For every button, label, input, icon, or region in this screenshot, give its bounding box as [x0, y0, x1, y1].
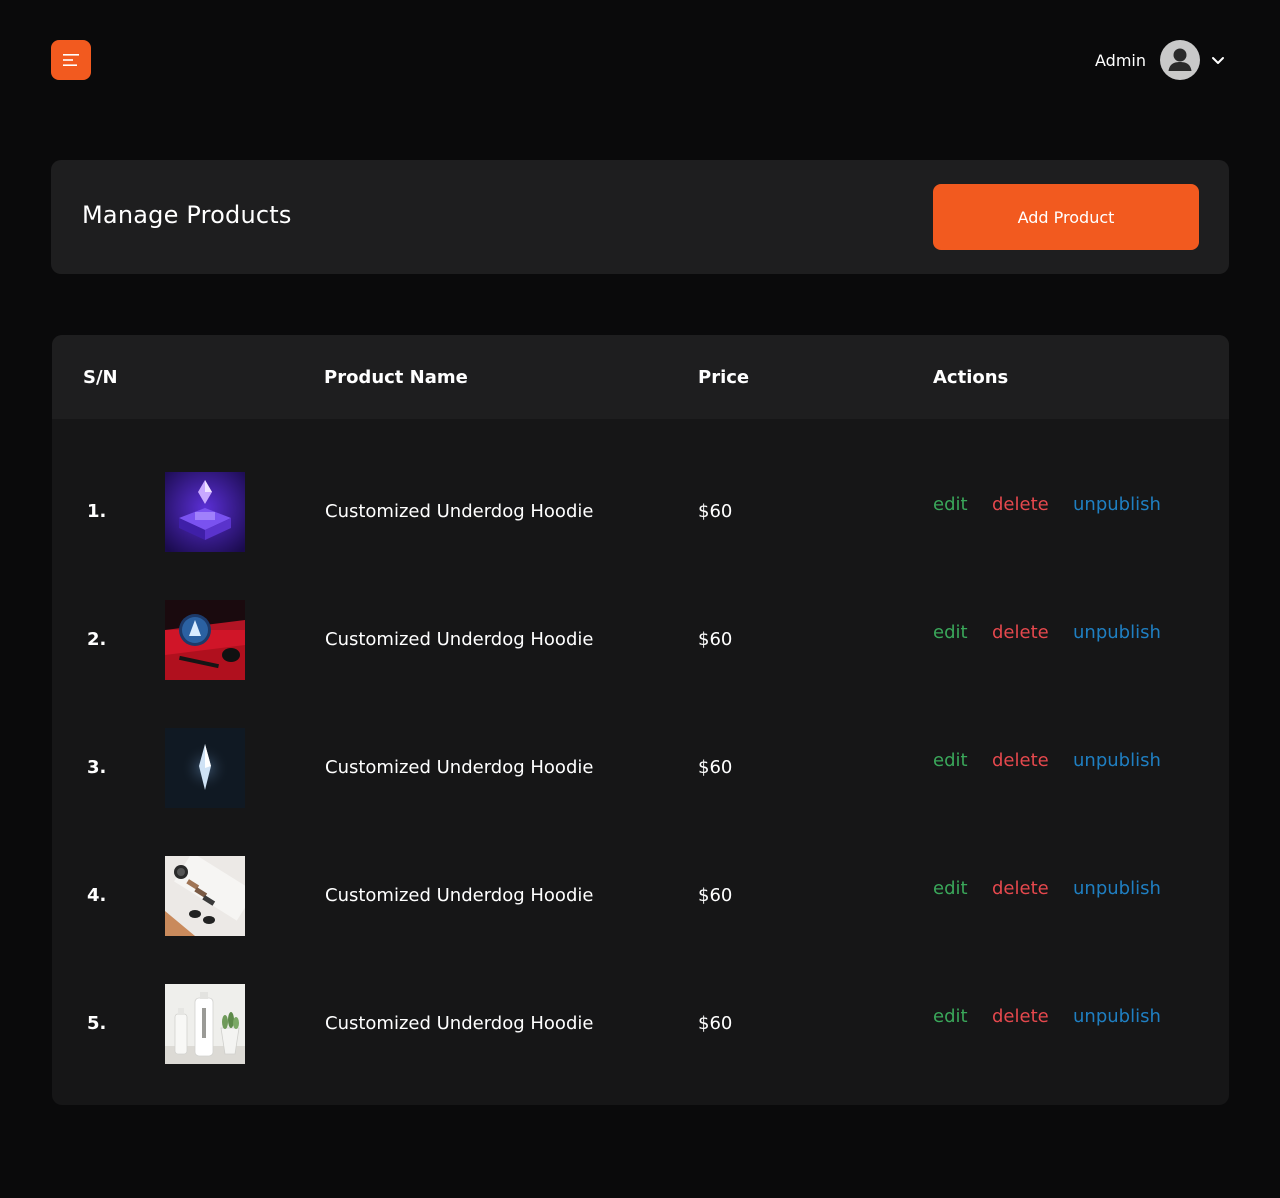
add-product-button[interactable]: Add Product	[933, 184, 1199, 250]
delete-link[interactable]: delete	[992, 878, 1049, 899]
avatar-silhouette	[1168, 48, 1192, 71]
unpublish-link[interactable]: unpublish	[1073, 494, 1161, 515]
product-name: Customized Underdog Hoodie	[325, 629, 594, 650]
product-thumbnail[interactable]	[165, 728, 245, 808]
edit-link[interactable]: edit	[933, 878, 968, 899]
unpublish-link[interactable]: unpublish	[1073, 878, 1161, 899]
edit-link[interactable]: edit	[933, 494, 968, 515]
row-serial-number: 1.	[87, 501, 107, 522]
user-avatar-icon[interactable]	[1160, 40, 1200, 80]
delete-link[interactable]: delete	[992, 1006, 1049, 1027]
delete-link[interactable]: delete	[992, 750, 1049, 771]
column-header-price: Price	[698, 367, 750, 388]
product-name: Customized Underdog Hoodie	[325, 501, 594, 522]
product-price: $60	[698, 757, 733, 778]
product-price: $60	[698, 1013, 733, 1034]
column-header-product-name: Product Name	[324, 367, 468, 388]
delete-link[interactable]: delete	[992, 494, 1049, 515]
table-header: S/N Product Name Price Actions	[52, 335, 1229, 419]
product-name: Customized Underdog Hoodie	[325, 757, 594, 778]
edit-link[interactable]: edit	[933, 750, 968, 771]
unpublish-link[interactable]: unpublish	[1073, 622, 1161, 643]
table-row: 1. Customized Underdog Hoodie $60 edit d…	[52, 472, 1229, 552]
column-header-actions: Actions	[933, 367, 1009, 388]
product-name: Customized Underdog Hoodie	[325, 885, 594, 906]
row-serial-number: 4.	[87, 885, 107, 906]
row-serial-number: 3.	[87, 757, 107, 778]
product-price: $60	[698, 629, 733, 650]
unpublish-link[interactable]: unpublish	[1073, 750, 1161, 771]
page-header-card: Manage Products Add Product	[51, 160, 1229, 274]
product-price: $60	[698, 501, 733, 522]
page-title: Manage Products	[82, 201, 292, 229]
product-thumbnail[interactable]	[165, 472, 245, 552]
unpublish-link[interactable]: unpublish	[1073, 1006, 1161, 1027]
product-thumbnail[interactable]	[165, 984, 245, 1064]
product-thumbnail[interactable]	[165, 856, 245, 936]
menu-button[interactable]	[51, 40, 91, 80]
products-table: S/N Product Name Price Actions 1. Custom…	[52, 335, 1229, 1105]
product-name: Customized Underdog Hoodie	[325, 1013, 594, 1034]
manage-products-page: Admin Manage Products Add Product S/N Pr…	[0, 0, 1280, 1198]
product-thumbnail[interactable]	[165, 600, 245, 680]
column-header-sn: S/N	[83, 367, 118, 388]
table-row: 4. Customized Underdog Hoodie $60 edit d…	[52, 856, 1229, 936]
chevron-down-icon[interactable]	[1210, 52, 1226, 68]
user-menu[interactable]: Admin	[1095, 40, 1226, 80]
table-row: 2. Customized Underdog Hoodie $60 edit d…	[52, 600, 1229, 680]
table-row: 3. Customized Underdog Hoodie $60 edit d…	[52, 728, 1229, 808]
edit-link[interactable]: edit	[933, 1006, 968, 1027]
edit-link[interactable]: edit	[933, 622, 968, 643]
row-serial-number: 2.	[87, 629, 107, 650]
delete-link[interactable]: delete	[992, 622, 1049, 643]
user-name: Admin	[1095, 50, 1146, 70]
menu-icon	[63, 54, 79, 66]
product-price: $60	[698, 885, 733, 906]
table-row: 5. Customized Underdog Hoodie $60 edit d…	[52, 984, 1229, 1064]
row-serial-number: 5.	[87, 1013, 107, 1034]
